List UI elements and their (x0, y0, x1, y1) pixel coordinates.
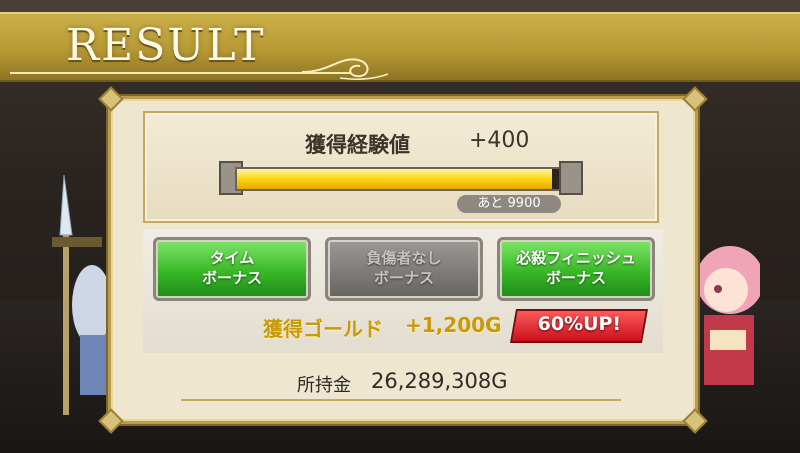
exp-bar (219, 159, 583, 195)
exp-bar-fill (237, 169, 553, 189)
banner-title: RESULT (66, 20, 266, 71)
money-label: 所持金 (297, 375, 351, 396)
exp-bar-track (235, 167, 571, 191)
exp-value: +400 (469, 128, 530, 153)
character-right (696, 246, 760, 385)
time-bonus-badge: タイム ボーナス (153, 237, 311, 301)
no-injury-bonus-badge: 負傷者なし ボーナス (325, 237, 483, 301)
gold-bonus-badge: 60%UP! (510, 309, 648, 343)
result-panel: 獲得経験値 +400 あと 9900 タイム ボーナス 負傷者なし ボーナス 必殺フ… (98, 86, 708, 434)
panel-corner-ornament (682, 86, 708, 112)
banner-underline (10, 72, 350, 74)
bonus-area: タイム ボーナス 負傷者なし ボーナス 必殺フィニッシュ ボーナス 獲得ゴールド +1… (143, 229, 663, 353)
exp-remaining: あと 9900 (457, 195, 561, 213)
swirl-ornament-icon (301, 58, 389, 80)
arrow-cap-icon (559, 161, 583, 195)
money-value: 26,289,308G (371, 369, 508, 393)
gold-label: 獲得ゴールド (263, 317, 383, 341)
bonus-label: 必殺フィニッシュ ボーナス (516, 249, 636, 287)
panel-corner-ornament (98, 86, 124, 112)
gold-value: +1,200G (405, 313, 502, 337)
exp-box: 獲得経験値 +400 あと 9900 (143, 111, 659, 223)
gold-bonus-text: 60%UP! (537, 313, 622, 335)
bonus-label: 負傷者なし ボーナス (366, 249, 442, 287)
result-banner: RESULT (0, 12, 800, 82)
background-top (0, 0, 800, 12)
bonus-label: タイム ボーナス (201, 249, 262, 287)
panel-divider (181, 399, 621, 401)
exp-label: 獲得経験値 (305, 133, 410, 157)
character-left (52, 175, 112, 415)
finish-bonus-badge: 必殺フィニッシュ ボーナス (497, 237, 655, 301)
